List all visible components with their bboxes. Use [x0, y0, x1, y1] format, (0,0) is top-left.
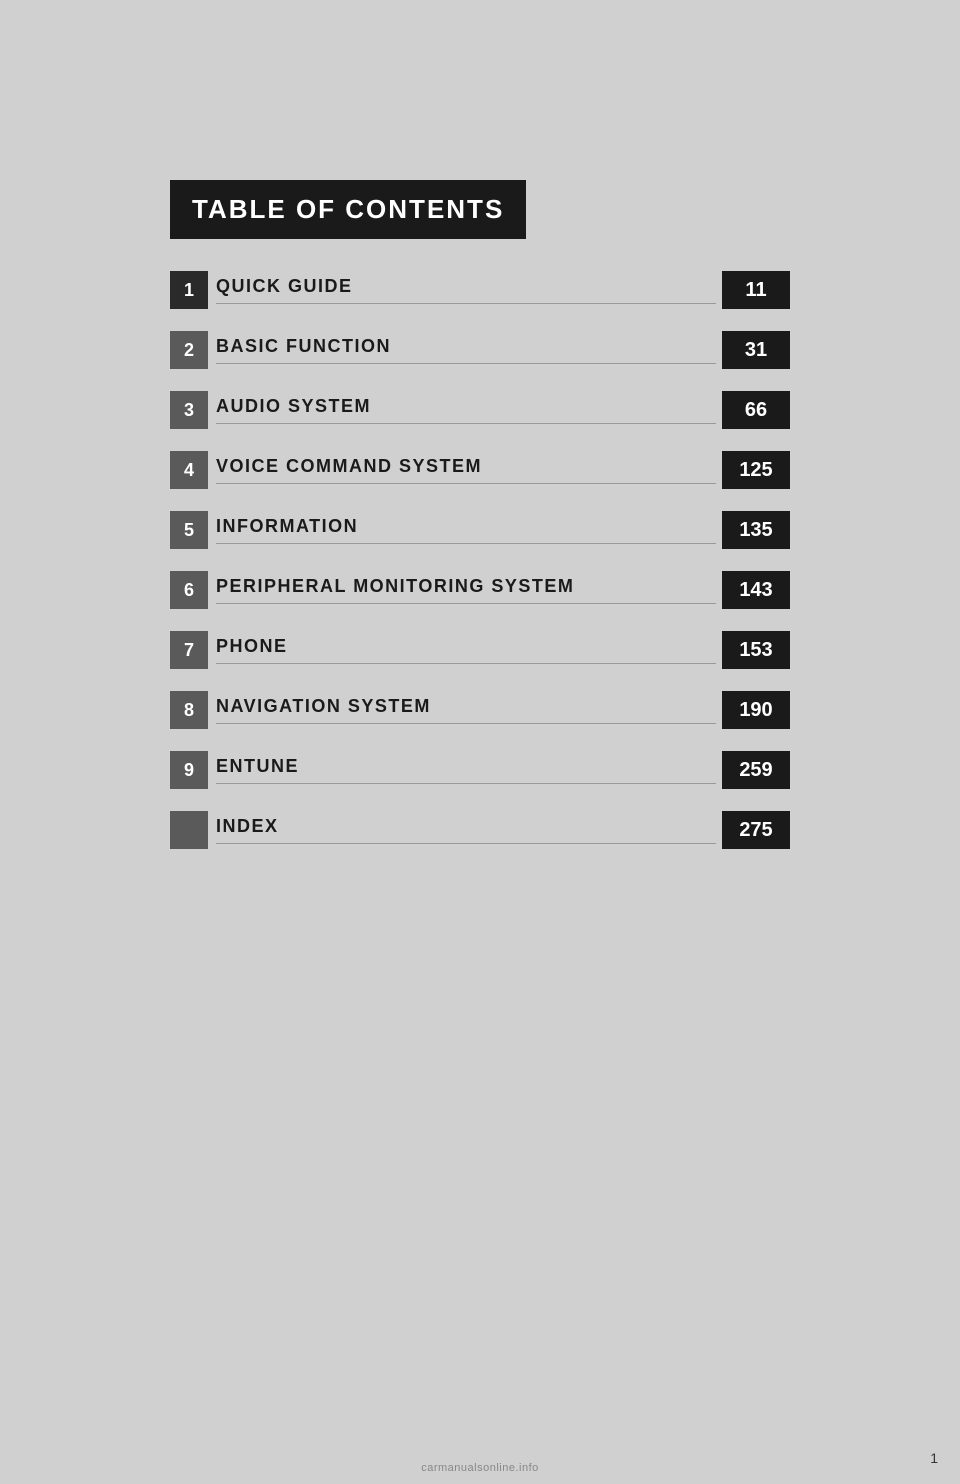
chapter-title: BASIC FUNCTION	[216, 336, 716, 364]
toc-entry[interactable]: 4 VOICE COMMAND SYSTEM125	[170, 451, 790, 489]
chapter-title: PHONE	[216, 636, 716, 664]
chapter-page: 190	[722, 691, 790, 729]
page-title: TABLE OF CONTENTS	[192, 194, 504, 224]
chapter-number: 2	[170, 331, 208, 369]
chapter-page: 153	[722, 631, 790, 669]
chapter-number: 1	[170, 271, 208, 309]
chapter-number: 5	[170, 511, 208, 549]
toc-entry[interactable]: 3 AUDIO SYSTEM66	[170, 391, 790, 429]
chapter-page: 31	[722, 331, 790, 369]
toc-entry[interactable]: 5 INFORMATION135	[170, 511, 790, 549]
toc-entry[interactable]: 6 PERIPHERAL MONITORING SYSTEM143	[170, 571, 790, 609]
chapter-number: 4	[170, 451, 208, 489]
title-box: TABLE OF CONTENTS	[170, 180, 526, 239]
toc-entries: 1 QUICK GUIDE11 2 BASIC FUNCTION31 3 AUDIO SY…	[170, 271, 790, 871]
chapter-title: AUDIO SYSTEM	[216, 396, 716, 424]
chapter-label: ENTUNE	[216, 756, 716, 784]
chapter-number: 8	[170, 691, 208, 729]
chapter-page: 275	[722, 811, 790, 849]
toc-entry[interactable]: 9 ENTUNE259	[170, 751, 790, 789]
chapter-number: 6	[170, 571, 208, 609]
chapter-label: NAVIGATION SYSTEM	[216, 696, 716, 724]
chapter-title: INFORMATION	[216, 516, 716, 544]
chapter-label: PERIPHERAL MONITORING SYSTEM	[216, 576, 716, 604]
chapter-title: ENTUNE	[216, 756, 716, 784]
chapter-label: AUDIO SYSTEM	[216, 396, 716, 424]
chapter-title: INDEX	[216, 816, 716, 844]
chapter-title: NAVIGATION SYSTEM	[216, 696, 716, 724]
chapter-title: VOICE COMMAND SYSTEM	[216, 456, 716, 484]
chapter-title: PERIPHERAL MONITORING SYSTEM	[216, 576, 716, 604]
page-container: TABLE OF CONTENTS 1 QUICK GUIDE11 2 BASIC F…	[0, 0, 960, 1484]
chapter-number: 7	[170, 631, 208, 669]
chapter-label: QUICK GUIDE	[216, 276, 716, 304]
watermark: carmanualsonline.info	[0, 1462, 960, 1474]
chapter-page: 11	[722, 271, 790, 309]
chapter-label: INDEX	[216, 816, 716, 844]
content-area: TABLE OF CONTENTS 1 QUICK GUIDE11 2 BASIC F…	[170, 180, 790, 871]
toc-entry[interactable]: 2 BASIC FUNCTION31	[170, 331, 790, 369]
chapter-page: 125	[722, 451, 790, 489]
chapter-label: BASIC FUNCTION	[216, 336, 716, 364]
chapter-label: VOICE COMMAND SYSTEM	[216, 456, 716, 484]
chapter-title: QUICK GUIDE	[216, 276, 716, 304]
toc-entry[interactable]: 1 QUICK GUIDE11	[170, 271, 790, 309]
chapter-number: 3	[170, 391, 208, 429]
chapter-number: 9	[170, 751, 208, 789]
toc-entry[interactable]: 7 PHONE153	[170, 631, 790, 669]
chapter-page: 259	[722, 751, 790, 789]
chapter-page: 135	[722, 511, 790, 549]
toc-entry[interactable]: INDEX275	[170, 811, 790, 849]
chapter-page: 66	[722, 391, 790, 429]
chapter-label: PHONE	[216, 636, 716, 664]
chapter-page: 143	[722, 571, 790, 609]
chapter-label: INFORMATION	[216, 516, 716, 544]
chapter-number	[170, 811, 208, 849]
toc-entry[interactable]: 8 NAVIGATION SYSTEM190	[170, 691, 790, 729]
